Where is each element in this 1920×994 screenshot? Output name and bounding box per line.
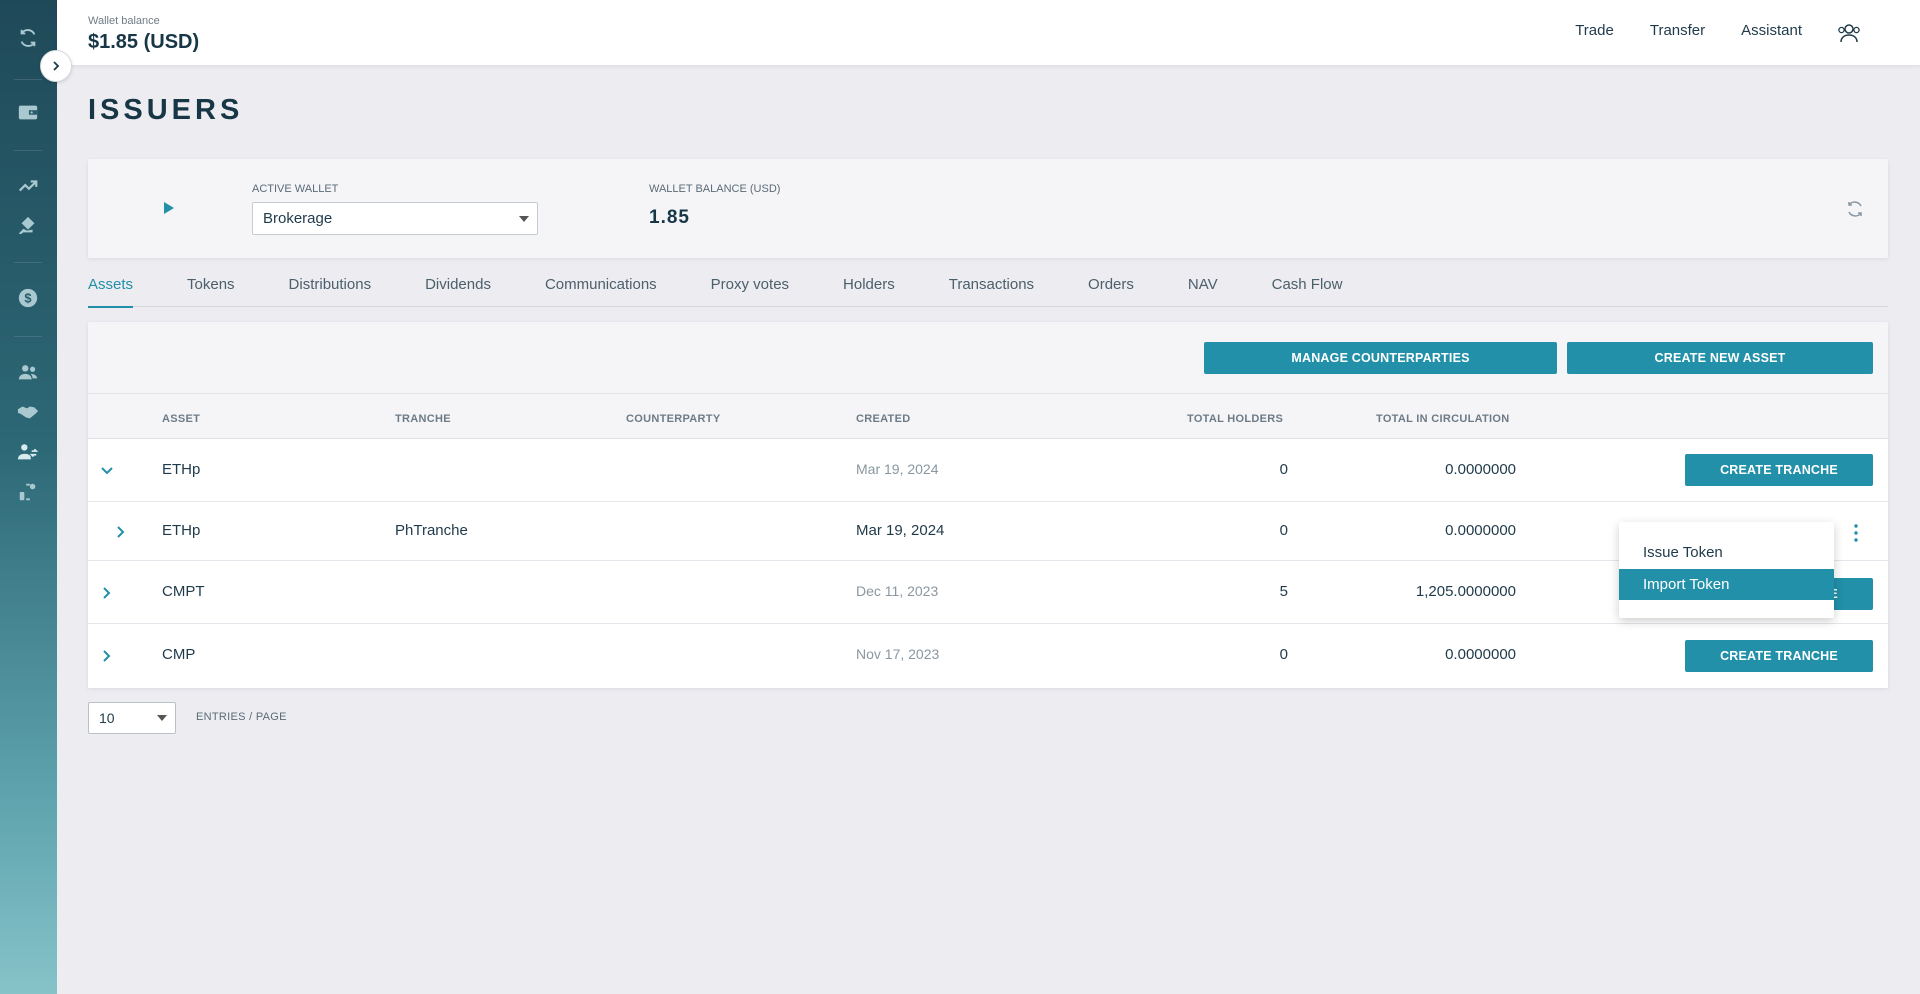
handshake-icon[interactable] (14, 398, 42, 426)
col-tranche[interactable]: TRANCHE (395, 413, 451, 425)
chevron-right-icon (53, 61, 60, 71)
tab-distributions[interactable]: Distributions (289, 274, 372, 307)
create-tranche-button[interactable]: CREATE TRANCHE (1685, 640, 1873, 672)
table-action-bar: MANAGE COUNTERPARTIES CREATE NEW ASSET (88, 322, 1888, 394)
table-row[interactable]: ETHp PhTranche Mar 19, 2024 0 0.0000000 (88, 502, 1888, 561)
menu-item-issue-token[interactable]: Issue Token (1619, 537, 1834, 568)
cell-created: Mar 19, 2024 (856, 461, 939, 477)
cell-circulation: 0.0000000 (1445, 461, 1516, 478)
user-transfer-icon[interactable] (14, 438, 42, 466)
sidebar-divider (14, 79, 42, 80)
account-users-icon[interactable] (1836, 20, 1862, 46)
tab-assets[interactable]: Assets (88, 274, 134, 308)
col-counterparty[interactable]: COUNTERPARTY (626, 413, 720, 425)
cell-created: Mar 19, 2024 (856, 522, 945, 539)
wallet-balance-value: $1.85 (USD) (88, 31, 200, 53)
cell-holders: 0 (1279, 461, 1288, 478)
nav-assistant[interactable]: Assistant (1741, 22, 1802, 39)
nav-trade[interactable]: Trade (1575, 22, 1614, 39)
svg-text:$: $ (24, 291, 31, 306)
cell-asset: ETHp (162, 522, 201, 539)
tab-transactions[interactable]: Transactions (949, 274, 1034, 307)
tab-cash-flow[interactable]: Cash Flow (1272, 274, 1343, 307)
trending-up-icon[interactable] (14, 172, 42, 200)
sidebar-divider (14, 262, 42, 263)
hand-money-icon[interactable] (14, 212, 42, 240)
active-wallet-select[interactable]: Brokerage (252, 202, 538, 235)
dollar-coin-icon[interactable]: $ (14, 284, 42, 312)
cell-asset: CMP (162, 646, 196, 663)
wallet-balance-usd-label: WALLET BALANCE (USD) (649, 183, 781, 195)
manage-counterparties-button[interactable]: MANAGE COUNTERPARTIES (1204, 342, 1557, 374)
nav-transfer[interactable]: Transfer (1650, 22, 1705, 39)
wallet-icon[interactable] (14, 98, 42, 126)
sidebar-toggle-button[interactable] (40, 50, 72, 82)
cell-holders: 0 (1279, 522, 1288, 539)
active-wallet-label: ACTIVE WALLET (252, 183, 339, 195)
tab-bar: Assets Tokens Distributions Dividends Co… (88, 274, 1888, 308)
tab-tokens[interactable]: Tokens (187, 274, 235, 307)
chevron-right-icon[interactable] (99, 648, 115, 664)
chevron-down-icon[interactable] (99, 463, 115, 479)
wallet-card: ACTIVE WALLET Brokerage WALLET BALANCE (… (88, 159, 1888, 258)
col-total-in-circulation[interactable]: TOTAL IN CIRCULATION (1376, 413, 1510, 425)
refresh-icon[interactable] (1846, 200, 1864, 218)
cell-tranche: PhTranche (395, 522, 468, 539)
col-total-holders[interactable]: TOTAL HOLDERS (1187, 413, 1283, 425)
page-size-select[interactable]: 10 (88, 702, 176, 734)
top-bar: Wallet balance $1.85 (USD) Trade Transfe… (57, 0, 1920, 66)
cell-asset: CMPT (162, 583, 205, 600)
page-title: ISSUERS (88, 94, 244, 126)
more-vertical-icon[interactable] (1851, 522, 1861, 544)
entries-per-page-label: ENTRIES / PAGE (196, 711, 287, 723)
tab-proxy-votes[interactable]: Proxy votes (711, 274, 789, 307)
create-new-asset-button[interactable]: CREATE NEW ASSET (1567, 342, 1873, 374)
tab-orders[interactable]: Orders (1088, 274, 1134, 307)
cell-circulation: 1,205.0000000 (1415, 583, 1516, 600)
table-row[interactable]: CMP Nov 17, 2023 0 0.0000000 CREATE TRAN… (88, 624, 1888, 688)
wallet-balance-usd-value: 1.85 (649, 207, 690, 228)
cell-circulation: 0.0000000 (1445, 646, 1516, 663)
users-group-icon[interactable] (14, 358, 42, 386)
cell-holders: 5 (1279, 583, 1288, 600)
assets-table-card: MANAGE COUNTERPARTIES CREATE NEW ASSET A… (88, 322, 1888, 688)
chevron-right-icon[interactable] (113, 524, 129, 540)
sidebar: $ (0, 0, 57, 994)
col-created[interactable]: CREATED (856, 413, 910, 425)
tab-dividends[interactable]: Dividends (425, 274, 491, 307)
table-row[interactable]: ETHp Mar 19, 2024 0 0.0000000 CREATE TRA… (88, 439, 1888, 502)
chevron-right-icon[interactable] (99, 585, 115, 601)
menu-item-import-token[interactable]: Import Token (1619, 569, 1834, 600)
tab-nav[interactable]: NAV (1188, 274, 1218, 307)
sidebar-divider (14, 336, 42, 337)
cell-asset: ETHp (162, 461, 201, 478)
table-row[interactable]: CMPT Dec 11, 2023 5 1,205.0000000 CREATE… (88, 561, 1888, 624)
caret-down-icon (519, 216, 529, 222)
exchange-icon[interactable] (14, 478, 42, 506)
active-wallet-value: Brokerage (263, 210, 333, 227)
tab-holders[interactable]: Holders (843, 274, 895, 307)
caret-down-icon (157, 715, 167, 721)
cell-created: Nov 17, 2023 (856, 646, 940, 662)
cell-created: Dec 11, 2023 (856, 583, 939, 599)
col-asset[interactable]: ASSET (162, 413, 200, 425)
tab-communications[interactable]: Communications (545, 274, 657, 307)
wallet-balance-label: Wallet balance (88, 15, 160, 27)
page-size-value: 10 (99, 710, 115, 726)
top-nav: Trade Transfer Assistant (1575, 22, 1802, 39)
sidebar-divider (14, 150, 42, 151)
play-icon[interactable] (163, 201, 175, 215)
cell-circulation: 0.0000000 (1445, 522, 1516, 539)
create-tranche-button[interactable]: CREATE TRANCHE (1685, 454, 1873, 486)
cell-holders: 0 (1279, 646, 1288, 663)
row-actions-menu: Issue Token Import Token (1619, 522, 1834, 618)
table-header: ASSET TRANCHE COUNTERPARTY CREATED TOTAL… (88, 394, 1888, 439)
app-logo-icon[interactable] (14, 24, 42, 52)
